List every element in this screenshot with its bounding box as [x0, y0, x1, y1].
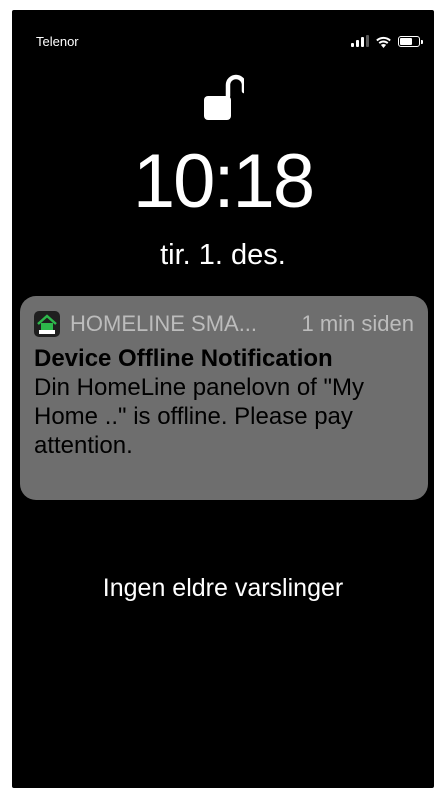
homeline-smart-app-icon	[34, 311, 60, 337]
cellular-signal-icon	[351, 35, 369, 47]
no-older-notifications-label: Ingen eldre varslinger	[102, 574, 344, 602]
carrier-name: Telenor	[36, 34, 79, 49]
notification-header: HOMELINE SMA... 1 min siden	[34, 308, 414, 340]
status-bar: Telenor	[12, 10, 434, 50]
unlocked-padlock-icon	[204, 74, 244, 120]
notification-body: Din HomeLine panelovn of "My Home .." is…	[34, 374, 365, 459]
notification-card[interactable]: HOMELINE SMA... 1 min siden Device Offli…	[20, 296, 428, 500]
notification-title: Device Offline Notification	[34, 345, 333, 372]
clock-date: tir. 1. des.	[160, 239, 286, 271]
lock-screen: Telenor 10:18 tir. 1. des. HOMELINE SMA.…	[12, 10, 434, 788]
status-icons	[351, 34, 423, 48]
battery-icon	[398, 35, 423, 47]
clock-time: 10:18	[132, 139, 315, 224]
wifi-icon	[376, 36, 391, 48]
notification-time: 1 min siden	[301, 311, 414, 336]
notification-app-name: HOMELINE SMA...	[70, 311, 258, 336]
